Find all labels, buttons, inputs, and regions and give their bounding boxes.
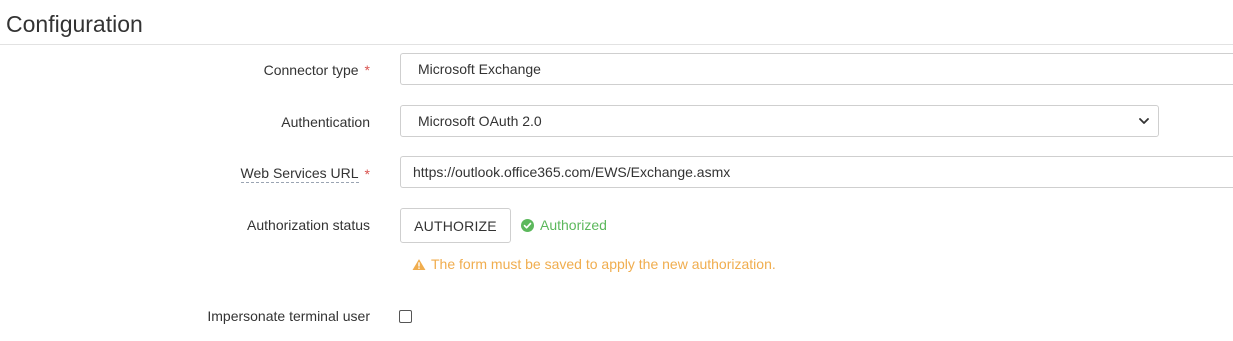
authorization-status-label-row: Authorization status [247, 217, 370, 233]
required-marker: * [364, 166, 370, 182]
authentication-label-row: Authentication [281, 114, 370, 130]
authentication-select[interactable]: Microsoft OAuth 2.0 [400, 105, 1159, 137]
authentication-selected-value: Microsoft OAuth 2.0 [418, 113, 542, 129]
web-services-url-label-row: Web Services URL * [240, 165, 370, 183]
authentication-label: Authentication [281, 114, 370, 130]
connector-type-label-row: Connector type * [264, 62, 370, 78]
warning-triangle-icon [412, 258, 426, 270]
impersonate-label-row: Impersonate terminal user [207, 308, 370, 324]
authorize-button[interactable]: AUTHORIZE [400, 208, 511, 243]
check-circle-icon [521, 218, 534, 232]
authorization-warning: The form must be saved to apply the new … [412, 256, 776, 272]
section-divider [0, 44, 1233, 45]
web-services-url-input[interactable]: https://outlook.office365.com/EWS/Exchan… [400, 156, 1233, 188]
authorization-status-label: Authorization status [247, 217, 370, 233]
required-marker: * [364, 62, 370, 78]
connector-type-value: Microsoft Exchange [418, 61, 541, 77]
authorization-warning-text: The form must be saved to apply the new … [431, 256, 776, 272]
impersonate-label: Impersonate terminal user [207, 308, 370, 324]
web-services-url-label: Web Services URL [240, 165, 359, 183]
connector-type-label: Connector type [263, 62, 359, 78]
chevron-down-icon [1139, 118, 1149, 124]
web-services-url-value: https://outlook.office365.com/EWS/Exchan… [413, 164, 731, 180]
authorization-status-text: Authorized [540, 217, 607, 233]
connector-type-field[interactable]: Microsoft Exchange [400, 53, 1233, 85]
section-title: Configuration [6, 11, 143, 37]
authorization-status-indicator: Authorized [521, 217, 607, 233]
impersonate-checkbox[interactable] [399, 310, 412, 323]
